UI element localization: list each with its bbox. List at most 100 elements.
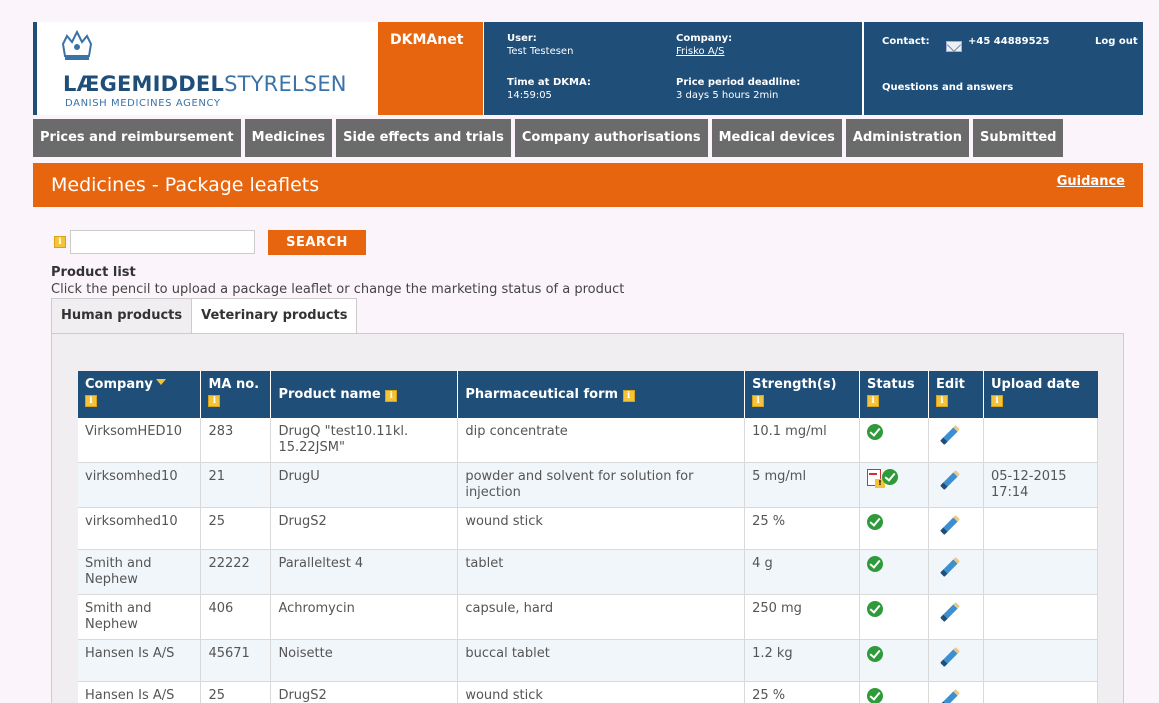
pencil-edit-icon[interactable] [940, 602, 960, 622]
cell-status [859, 594, 930, 640]
nav-item-prices[interactable]: Prices and reimbursement [33, 119, 241, 157]
pdf-warning-icon[interactable] [867, 469, 886, 488]
company-label: Company: [676, 33, 733, 44]
info-icon[interactable]: i [752, 395, 765, 407]
check-icon [867, 424, 884, 440]
cell-company: VirksomHED10 [78, 418, 202, 463]
cell-company: virksomhed10 [78, 507, 202, 550]
cell-upload-date [983, 507, 1099, 550]
col-ma-no[interactable]: MA no. i [200, 371, 272, 418]
check-icon [882, 469, 899, 485]
cell-upload-date [983, 418, 1099, 463]
check-icon [867, 688, 884, 703]
logo-wordmark: LÆGEMIDDELSTYRELSEN [63, 72, 347, 96]
site-header: LÆGEMIDDELSTYRELSEN DANISH MEDICINES AGE… [33, 22, 1143, 115]
tab-human-products[interactable]: Human products [51, 298, 193, 334]
info-icon[interactable]: i [85, 395, 97, 407]
search-info-icon[interactable]: i [54, 236, 66, 248]
product-tabs: Human products Veterinary products [51, 298, 358, 334]
pencil-edit-icon[interactable] [940, 557, 960, 577]
cell-strength: 4 g [744, 549, 861, 595]
table-row: Hansen Is A/S 45671 Noisette buccal tablet 1… [78, 639, 1099, 682]
cell-status [859, 507, 930, 550]
deadline-value: 3 days 5 hours 2min [676, 90, 779, 101]
check-icon [867, 556, 884, 572]
check-icon [867, 514, 884, 530]
nav-item-company-authorisations[interactable]: Company authorisations [514, 119, 708, 157]
cell-form: wound stick [457, 681, 746, 703]
cell-upload-date [983, 549, 1099, 595]
pencil-edit-icon[interactable] [940, 515, 960, 535]
app-name: DKMAnet [390, 32, 464, 48]
cell-status [859, 418, 930, 463]
cell-ma-no: 21 [200, 462, 272, 508]
col-upload-date[interactable]: Upload date i [983, 371, 1098, 418]
product-list-title: Product list [51, 265, 136, 280]
info-icon[interactable]: i [208, 395, 221, 407]
tab-veterinary-products[interactable]: Veterinary products [192, 298, 358, 334]
user-label: User: [507, 33, 537, 44]
cell-edit [928, 594, 984, 640]
cell-form: capsule, hard [457, 594, 746, 640]
nav-item-submitted[interactable]: Submitted [973, 119, 1064, 157]
cell-upload-date [983, 681, 1099, 703]
pencil-edit-icon[interactable] [940, 689, 960, 703]
cell-form: powder and solvent for solution for inje… [457, 462, 746, 508]
pencil-edit-icon[interactable] [940, 425, 960, 445]
cell-status [859, 549, 930, 595]
search-input[interactable] [70, 230, 255, 254]
nav-item-side-effects[interactable]: Side effects and trials [336, 119, 511, 157]
cell-status [859, 639, 930, 682]
company-link[interactable]: Frisko A/S [676, 46, 724, 57]
cell-status [859, 681, 930, 703]
col-status[interactable]: Status i [859, 371, 930, 418]
nav-item-medical-devices[interactable]: Medical devices [711, 119, 842, 157]
contact-phone: +45 44889525 [968, 36, 1050, 47]
info-icon[interactable]: i [990, 395, 1003, 407]
cell-company: Hansen Is A/S [78, 681, 202, 703]
guidance-link[interactable]: Guidance [1057, 174, 1125, 189]
info-icon[interactable]: i [622, 390, 635, 402]
table-row: Smith and Nephew 22222 Paralleltest 4 table… [78, 549, 1099, 595]
cell-upload-date: 05-12-2015 17:14 [983, 462, 1099, 508]
cell-upload-date [983, 639, 1099, 682]
col-pharmaceutical-form[interactable]: Pharmaceutical form i [457, 371, 746, 418]
info-icon[interactable]: i [867, 395, 880, 407]
info-icon[interactable]: i [936, 395, 949, 407]
table-row: Hansen Is A/S 25 DrugS2 wound stick 25 % [78, 681, 1099, 703]
cell-ma-no: 25 [200, 507, 272, 550]
nav-item-administration[interactable]: Administration [845, 119, 969, 157]
col-company[interactable]: Company i [78, 371, 202, 418]
logout-link[interactable]: Log out [1095, 36, 1138, 47]
cell-company: Hansen Is A/S [78, 639, 202, 682]
search-button[interactable]: SEARCH [268, 230, 366, 255]
pencil-edit-icon[interactable] [940, 470, 960, 490]
cell-ma-no: 25 [200, 681, 272, 703]
cell-company: Smith and Nephew [78, 594, 202, 640]
app-name-block: DKMAnet [377, 22, 484, 115]
sort-desc-icon [155, 379, 166, 385]
pencil-edit-icon[interactable] [940, 647, 960, 667]
agency-logo[interactable]: LÆGEMIDDELSTYRELSEN DANISH MEDICINES AGE… [33, 22, 377, 115]
page-title: Medicines - Package leaflets [51, 174, 320, 196]
cell-company: virksomhed10 [78, 462, 202, 508]
qa-link[interactable]: Questions and answers [882, 82, 1013, 93]
mail-icon[interactable] [946, 41, 962, 52]
cell-status [859, 462, 930, 508]
nav-item-medicines[interactable]: Medicines [244, 119, 333, 157]
cell-edit [928, 418, 984, 463]
col-strength[interactable]: Strength(s) i [744, 371, 861, 418]
col-product-name[interactable]: Product name i [270, 371, 459, 418]
cell-edit [928, 681, 984, 703]
check-icon [867, 646, 884, 662]
time-value: 14:59:05 [507, 90, 552, 101]
col-edit[interactable]: Edit i [928, 371, 984, 418]
logo-subtitle: DANISH MEDICINES AGENCY [65, 98, 221, 109]
user-value: Test Testesen [507, 46, 574, 57]
cell-company: Smith and Nephew [78, 549, 202, 595]
product-list-subtitle: Click the pencil to upload a package lea… [51, 282, 625, 297]
contact-block: Contact: +45 44889525 Log out Questions … [863, 22, 1143, 115]
check-icon [867, 601, 884, 617]
table-row: Smith and Nephew 406 Achromycin capsule, ha… [78, 594, 1099, 640]
info-icon[interactable]: i [385, 390, 398, 402]
